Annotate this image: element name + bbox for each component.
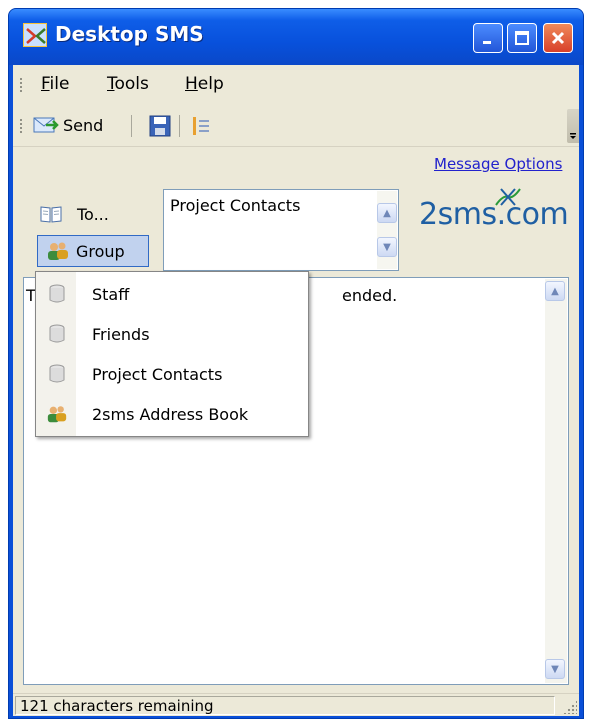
menu-item-label: Staff — [92, 284, 130, 304]
menu-help[interactable]: Help — [185, 74, 224, 94]
scroll-up-button[interactable]: ▲ — [377, 203, 397, 223]
group-dropdown-menu: Staff Friends Project Contacts 2sms Addr… — [35, 271, 309, 437]
status-panel: 121 characters remaining — [15, 696, 555, 715]
message-options-link[interactable]: Message Options — [434, 155, 562, 173]
send-icon — [33, 117, 59, 133]
list-button[interactable] — [191, 115, 213, 137]
send-label: Send — [63, 115, 104, 135]
minimize-icon — [483, 41, 491, 44]
status-bar: 121 characters remaining — [13, 693, 579, 716]
menu-file[interactable]: File — [41, 74, 69, 94]
menu-item-staff[interactable]: Staff — [36, 274, 308, 314]
title-bar[interactable]: Desktop SMS — [9, 9, 583, 65]
menu-item-friends[interactable]: Friends — [36, 314, 308, 354]
scroll-up-button[interactable]: ▲ — [545, 281, 565, 301]
list-icon — [193, 117, 209, 135]
message-scrollbar[interactable]: ▲ ▼ — [545, 279, 567, 683]
menu-item-label: 2sms Address Book — [92, 404, 249, 424]
group-icon — [49, 364, 65, 383]
menu-tools[interactable]: Tools — [107, 74, 149, 94]
close-button[interactable] — [543, 23, 573, 53]
address-book-open-icon — [40, 206, 62, 223]
app-window: Desktop SMS File Tools Help Send Message… — [8, 8, 584, 719]
minimize-button[interactable] — [473, 23, 503, 53]
menu-bar: File Tools Help — [13, 65, 579, 103]
logo-mark-icon — [495, 188, 521, 206]
menu-item-address-book[interactable]: 2sms Address Book — [36, 394, 308, 434]
send-button[interactable]: Send — [33, 115, 103, 135]
group-icon — [49, 284, 65, 303]
toolbar-separator — [179, 115, 180, 137]
to-label: To... — [77, 204, 109, 224]
chevron-up-icon: ▲ — [551, 285, 559, 297]
address-book-icon — [47, 406, 67, 423]
maximize-icon — [515, 31, 529, 45]
group-people-icon — [48, 242, 68, 260]
maximize-button[interactable] — [507, 23, 537, 53]
toolbar: Send — [13, 105, 579, 147]
group-button[interactable]: Group — [37, 235, 149, 267]
chevron-down-icon: ▼ — [383, 241, 391, 253]
menu-item-project-contacts[interactable]: Project Contacts — [36, 354, 308, 394]
recipients-scrollbar[interactable]: ▲ ▼ — [377, 191, 397, 269]
resize-grip[interactable] — [563, 700, 577, 714]
save-button[interactable] — [149, 115, 171, 137]
recipients-field[interactable]: Project Contacts ▲ ▼ — [163, 189, 399, 271]
menu-item-label: Project Contacts — [92, 364, 223, 384]
toolbar-overflow-button[interactable] — [567, 109, 579, 143]
toolbar-grip[interactable] — [19, 118, 23, 134]
save-icon — [149, 115, 171, 137]
recipients-value: Project Contacts — [170, 196, 301, 215]
toolbar-separator — [131, 115, 132, 137]
to-button[interactable]: To... — [39, 199, 109, 229]
app-icon — [23, 23, 47, 47]
menubar-grip[interactable] — [19, 77, 23, 93]
chevron-up-icon: ▲ — [383, 207, 391, 219]
message-text-end: ended. — [342, 286, 398, 305]
chevron-down-icon — [570, 133, 576, 139]
scroll-down-button[interactable]: ▼ — [377, 237, 397, 257]
client-area: File Tools Help Send Message Options To.… — [13, 65, 579, 716]
group-icon — [49, 324, 65, 343]
group-label: Group — [76, 241, 125, 261]
close-icon — [551, 31, 565, 45]
window-title: Desktop SMS — [55, 22, 204, 46]
menu-item-label: Friends — [92, 324, 150, 344]
scroll-down-button[interactable]: ▼ — [545, 659, 565, 679]
characters-remaining: 121 characters remaining — [20, 697, 214, 715]
chevron-down-icon: ▼ — [551, 663, 559, 675]
